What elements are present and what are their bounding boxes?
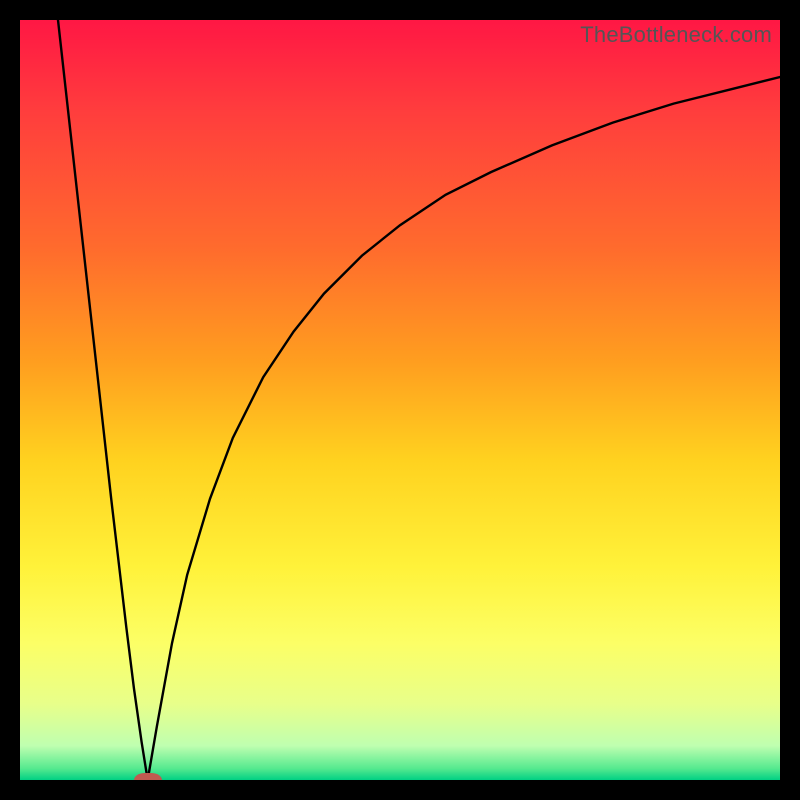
curve-left-branch: [58, 20, 148, 780]
curves-layer: [20, 20, 780, 780]
min-marker: [134, 773, 162, 780]
curve-right-branch: [148, 77, 780, 780]
chart-frame: TheBottleneck.com: [0, 0, 800, 800]
watermark-text: TheBottleneck.com: [580, 22, 772, 48]
plot-area: [20, 20, 780, 780]
